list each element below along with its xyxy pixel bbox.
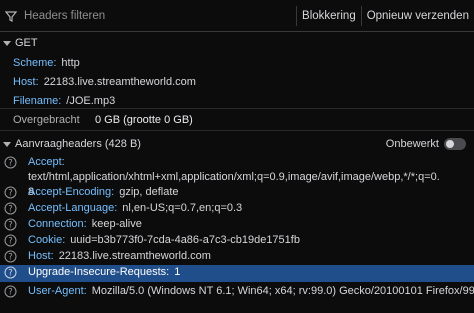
filename-key: Filename: [13,94,62,107]
host-row: Host: 22183.live.streamtheworld.com [0,72,474,91]
resend-button[interactable]: Opnieuw verzenden [362,0,474,31]
header-value: 22183.live.streamtheworld.com [58,250,211,262]
headers-toolbar: Blokkering Opnieuw verzenden [0,0,474,32]
header-key: Host: [28,250,54,262]
svg-text:?: ? [8,269,13,279]
header-key: User-Agent: [28,285,87,297]
svg-text:?: ? [8,221,13,231]
header-key: Cookie: [28,234,66,246]
host-key: Host: [13,75,39,88]
help-icon[interactable]: ? [4,156,18,170]
help-icon[interactable]: ? [4,234,18,248]
transfer-value: 0 GB (grootte 0 GB) [95,113,193,126]
raw-toggle-group: Onbewerkt [386,138,466,150]
request-method: GET [15,37,38,49]
header-row-connection[interactable]: ? Connection: keep-alive [0,217,474,232]
raw-toggle[interactable] [444,138,466,150]
block-button[interactable]: Blokkering [297,0,361,31]
method-section-toggle[interactable]: GET [0,33,474,53]
transfer-label: Overgebracht [13,113,80,126]
raw-label: Onbewerkt [385,138,439,150]
header-key: Accept-Encoding: [28,186,115,198]
scheme-key: Scheme: [13,56,57,69]
header-row-cookie[interactable]: ? Cookie: uuid=b3b773f0-7cda-4a86-a7c3-c… [0,233,474,248]
filter-box [0,0,296,31]
header-key: Upgrade-Insecure-Requests: [28,266,170,278]
header-value: gzip, deflate [119,186,179,198]
header-key: Connection: [28,218,87,230]
help-icon[interactable]: ? [4,202,18,216]
request-summary: GET Scheme: http Host: 22183.live.stream… [0,33,474,110]
request-headers-title: Aanvraagheaders (428 B) [15,138,141,150]
help-icon[interactable]: ? [4,285,18,299]
chevron-down-icon [3,141,11,147]
chevron-down-icon [3,40,11,46]
scheme-row: Scheme: http [0,53,474,72]
header-value: uuid=b3b773f0-7cda-4a86-a7c3-cb19de1751f… [70,234,300,246]
filename-value: /JOE.mp3 [66,94,116,107]
header-key: Accept: [28,156,65,168]
header-value: 1 [174,266,181,278]
headers-filter-input[interactable] [24,9,284,22]
header-value: Mozilla/5.0 (Windows NT 6.1; Win64; x64;… [91,285,474,297]
help-icon[interactable]: ? [4,186,18,200]
svg-text:?: ? [8,237,13,247]
host-value: 22183.live.streamtheworld.com [43,75,196,88]
header-key: Accept-Language: [28,202,118,214]
svg-text:?: ? [8,189,13,199]
header-row-accept-encoding[interactable]: ? Accept-Encoding: gzip, deflate [0,185,474,200]
help-icon[interactable]: ? [4,266,18,280]
header-value: text/html,application/xhtml+xml,applicat… [28,171,440,183]
scheme-value: http [61,56,80,69]
svg-text:?: ? [8,159,13,169]
help-icon[interactable]: ? [4,250,18,264]
header-row-accept-language[interactable]: ? Accept-Language: nl,en-US;q=0.7,en;q=0… [0,201,474,216]
svg-text:?: ? [8,205,13,215]
filter-icon [4,9,18,23]
header-row-host[interactable]: ? Host: 22183.live.streamtheworld.com [0,249,474,264]
request-headers-section-toggle[interactable]: Aanvraagheaders (428 B) Onbewerkt [0,134,474,154]
svg-text:?: ? [8,288,13,298]
header-value: nl,en-US;q=0.7,en;q=0.3 [122,202,243,214]
transfer-row: Overgebracht 0 GB (grootte 0 GB) [0,108,474,131]
header-row-user-agent[interactable]: ? User-Agent: Mozilla/5.0 (Windows NT 6.… [0,284,474,299]
help-icon[interactable]: ? [4,218,18,232]
svg-text:?: ? [8,253,13,263]
header-row-upgrade-insecure-requests[interactable]: ? Upgrade-Insecure-Requests: 1 [0,265,474,282]
header-value: keep-alive [91,218,142,230]
